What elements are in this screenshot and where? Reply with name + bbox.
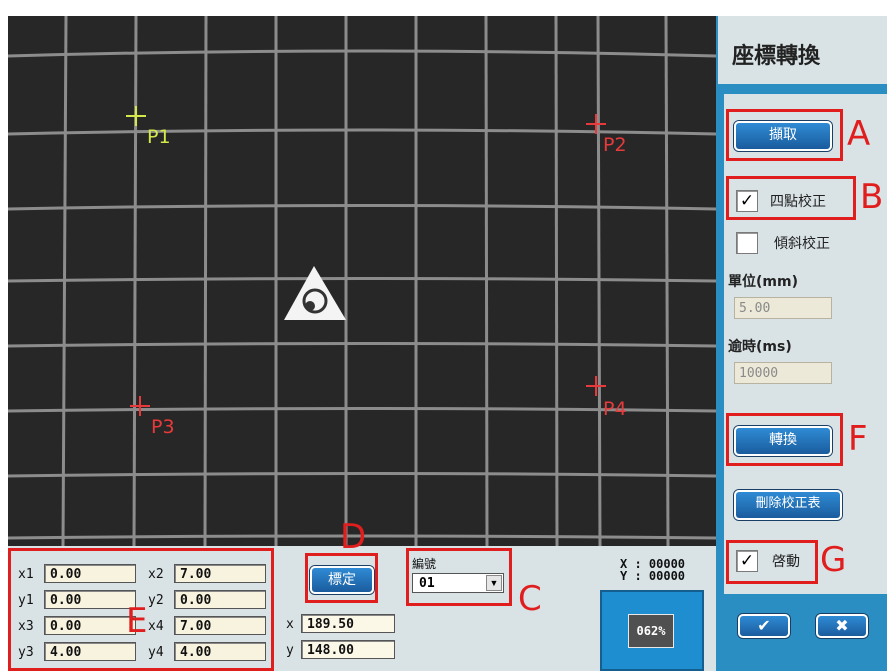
target-marker: [284, 266, 346, 320]
timeout-input[interactable]: 10000: [734, 362, 832, 384]
annotation-letter-b: B: [860, 177, 884, 217]
annotation-box-a: [726, 109, 843, 161]
annotation-letter-e: E: [126, 601, 148, 641]
annotation-letter-g: G: [820, 540, 847, 580]
annotation-box-c: [406, 548, 512, 606]
annotation-letter-f: F: [848, 419, 868, 459]
p3-crosshair-icon: [130, 396, 150, 416]
timeout-label: 逾時(ms): [728, 339, 792, 355]
y-value-field[interactable]: 148.00: [301, 640, 395, 659]
cancel-button[interactable]: ✖: [816, 614, 868, 638]
p4-crosshair-icon: [586, 376, 606, 396]
tilt-label: 傾斜校正: [774, 236, 830, 252]
annotation-box-d: [305, 553, 378, 603]
annotation-letter-c: C: [518, 579, 542, 619]
annotation-box-b: [726, 176, 856, 220]
x-value-field[interactable]: 189.50: [301, 614, 395, 633]
sidebar-panel: 擷取 ✓ 四點校正 傾斜校正 單位(mm) 5.00 逾時(ms) 10000 …: [724, 94, 887, 594]
unit-label: 單位(mm): [728, 274, 798, 290]
annotation-box-g: [726, 540, 818, 584]
calibration-grid: [8, 16, 716, 546]
unit-input[interactable]: 5.00: [734, 297, 832, 319]
annotation-letter-a: A: [847, 114, 871, 154]
delete-calibration-button[interactable]: 刪除校正表: [734, 490, 842, 520]
point-label-p3: P3: [151, 416, 175, 438]
camera-view[interactable]: P1 P2 P3 P4: [8, 16, 716, 546]
point-label-p1: P1: [147, 126, 171, 148]
point-label-p4: P4: [603, 398, 627, 420]
close-icon: ✖: [835, 616, 849, 635]
tilt-checkbox[interactable]: [736, 232, 758, 254]
annotation-letter-d: D: [340, 517, 367, 557]
annotation-box-f: [726, 413, 843, 466]
panel-title: 座標轉換: [732, 44, 821, 69]
zoom-preview[interactable]: 062%: [600, 590, 704, 671]
readout-y: Y : 00000: [620, 569, 686, 583]
ok-button[interactable]: ✔: [738, 614, 790, 638]
zoom-level: 062%: [628, 614, 674, 648]
p1-crosshair-icon: [126, 106, 146, 126]
y-label: y: [286, 643, 294, 658]
x-label: x: [286, 617, 294, 632]
sidebar-header: 座標轉換: [718, 16, 887, 84]
checkmark-icon: ✔: [757, 616, 771, 635]
point-label-p2: P2: [603, 134, 627, 156]
